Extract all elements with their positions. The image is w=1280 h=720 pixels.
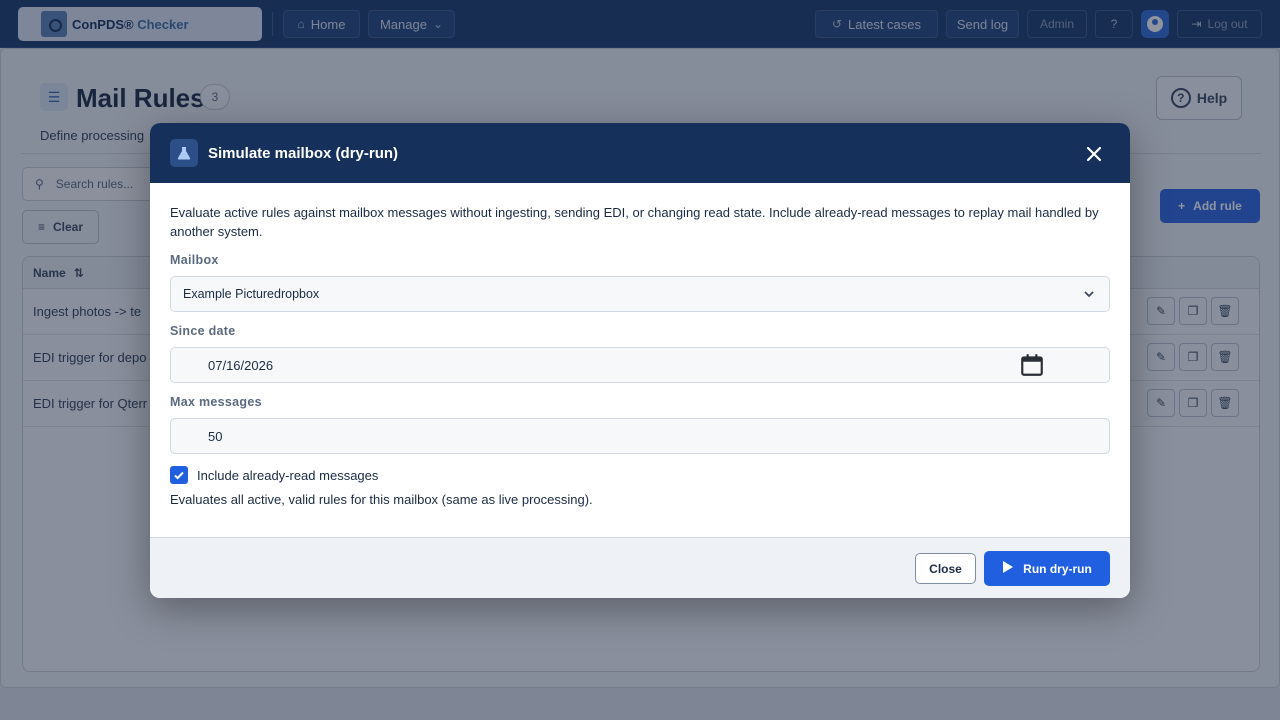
evaluation-hint: Evaluates all active, valid rules for th… [170, 492, 593, 507]
run-label: Run dry-run [1023, 561, 1092, 576]
close-label: Close [929, 561, 962, 576]
dialog-intro: Evaluate active rules against mailbox me… [170, 205, 1099, 239]
dialog-title: Simulate mailbox (dry-run) [208, 144, 399, 162]
mailbox-select[interactable]: Example Picturedropbox [170, 276, 1110, 312]
close-icon[interactable] [1083, 143, 1105, 165]
mailbox-label: Mailbox [170, 253, 219, 267]
max-messages-value: 50 [208, 428, 223, 444]
run-dry-run-button[interactable]: Run dry-run [984, 551, 1110, 586]
mailbox-value: Example Picturedropbox [183, 287, 320, 301]
max-messages-input[interactable]: 50 [170, 418, 1110, 454]
since-date-value: 07/16/2026 [208, 357, 274, 373]
dialog-header: Simulate mailbox (dry-run) [150, 123, 1130, 183]
max-messages-label: Max messages [170, 395, 262, 409]
calendar-icon[interactable] [1019, 352, 1045, 378]
include-read-checkbox[interactable] [170, 466, 188, 484]
include-read-label: Include already-read messages [197, 467, 379, 483]
since-date-input[interactable]: 07/16/2026 [170, 347, 1110, 383]
flask-icon [170, 139, 198, 167]
since-date-label: Since date [170, 324, 236, 338]
play-icon [1002, 560, 1014, 577]
close-button[interactable]: Close [915, 553, 976, 584]
chevron-down-icon [1083, 288, 1095, 303]
dialog-body: Evaluate active rules against mailbox me… [150, 183, 1130, 507]
dry-run-dialog: Simulate mailbox (dry-run) Evaluate acti… [150, 123, 1130, 598]
include-read-option[interactable]: Include already-read messages [170, 466, 1110, 484]
dialog-footer: Close Run dry-run [150, 537, 1130, 598]
